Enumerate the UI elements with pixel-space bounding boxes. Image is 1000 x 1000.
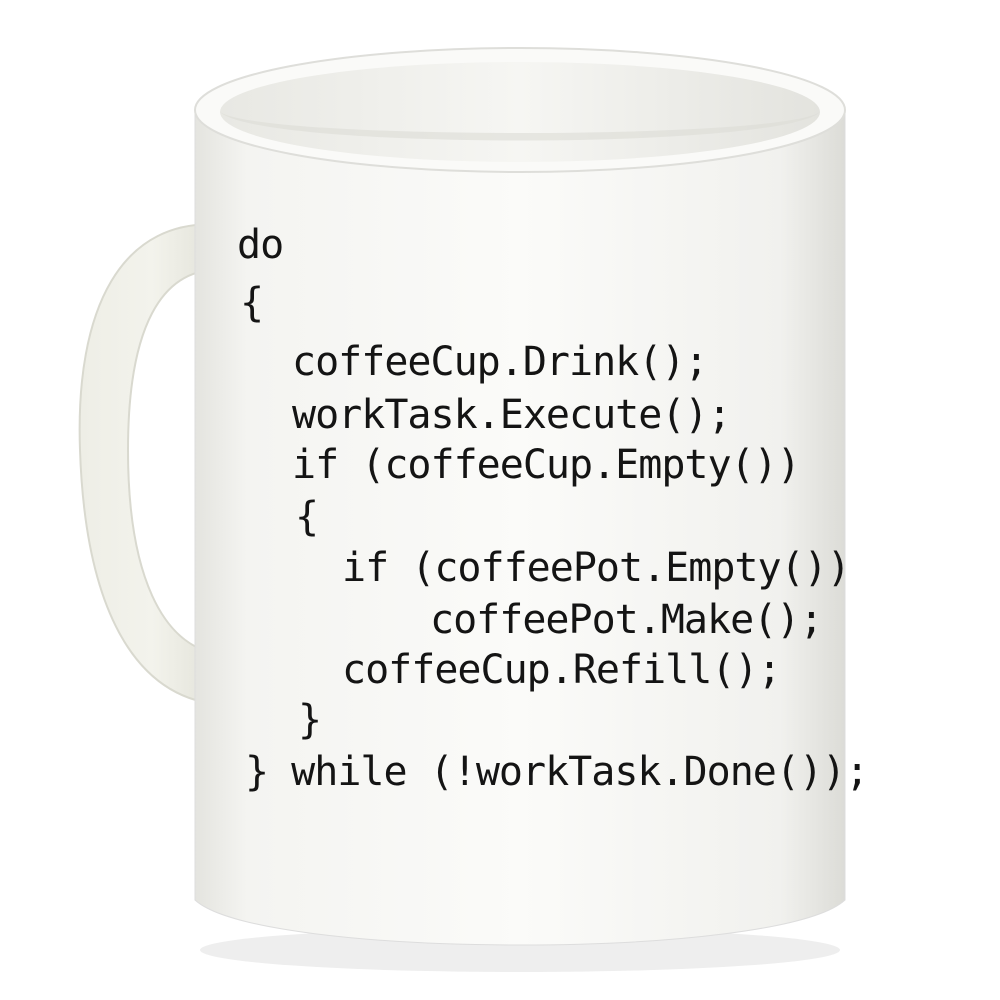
code-line-make: coffeePot.Make(); [430, 597, 823, 643]
code-line-do: do [237, 222, 284, 268]
code-line-inner-close-brace: } [298, 697, 322, 743]
code-line-if-cup-empty: if (coffeeCup.Empty()) [292, 442, 801, 488]
code-line-drink: coffeeCup.Drink(); [292, 339, 708, 385]
code-line-while: } while (!workTask.Done()); [245, 749, 869, 795]
code-line-if-pot-empty: if (coffeePot.Empty()) [342, 545, 851, 591]
product-photo: do { coffeeCup.Drink(); workTask.Execute… [0, 0, 1000, 1000]
mug-body [194, 109, 846, 946]
mug-illustration [78, 47, 846, 972]
code-line-refill: coffeeCup.Refill(); [342, 647, 782, 693]
mug-interior [220, 62, 820, 162]
code-line-open-brace: { [240, 280, 264, 326]
code-line-inner-open-brace: { [295, 494, 319, 540]
code-line-execute: workTask.Execute(); [292, 392, 732, 438]
